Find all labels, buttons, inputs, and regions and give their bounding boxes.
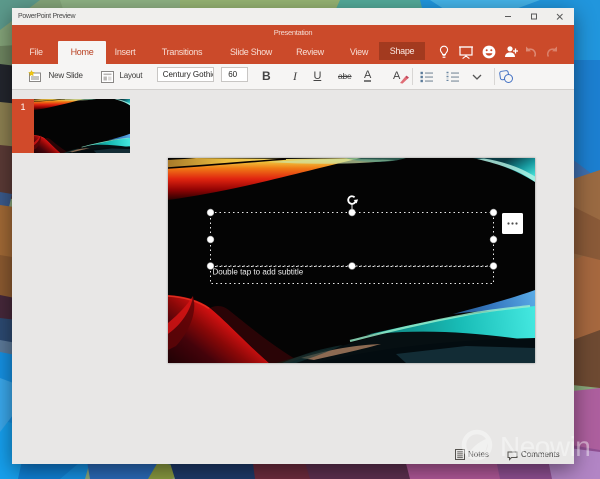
svg-text:Neowin: Neowin — [500, 431, 590, 462]
